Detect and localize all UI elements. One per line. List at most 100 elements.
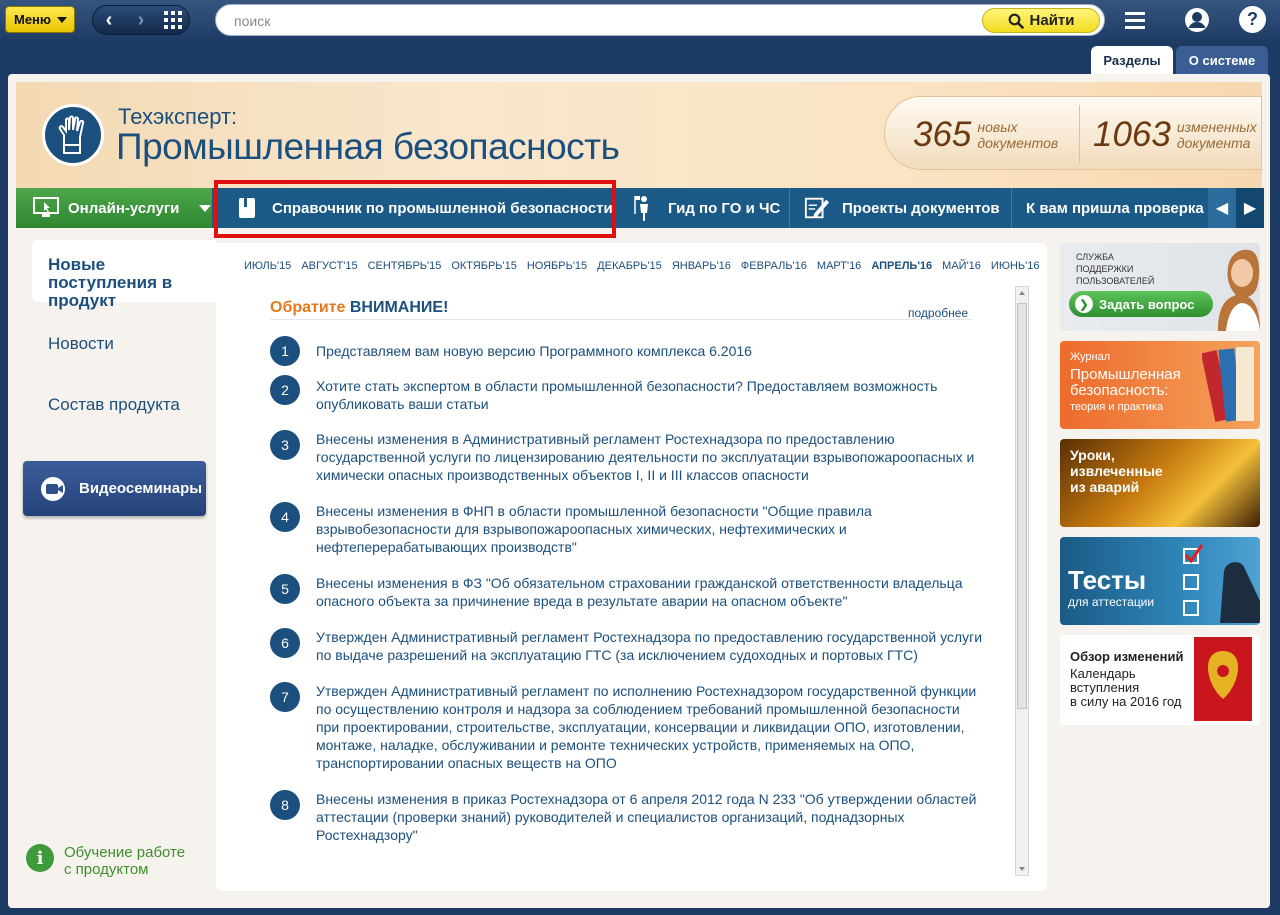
changed-documents-count: 1063 bbox=[1093, 115, 1171, 154]
user-icon[interactable] bbox=[1183, 6, 1211, 34]
news-text[interactable]: Утвержден Административный регламент по … bbox=[316, 682, 986, 772]
magnifier-icon bbox=[1008, 13, 1024, 29]
news-number: 4 bbox=[270, 502, 300, 532]
review-title: Обзор изменений bbox=[1070, 649, 1184, 664]
counter-label: новых bbox=[977, 119, 1018, 135]
sidebar-item-new-arrivals[interactable]: Новые поступления в продукт bbox=[32, 240, 216, 310]
month-link[interactable]: ИЮЛЬ'15 bbox=[244, 260, 291, 272]
month-link[interactable]: ОКТЯБРЬ'15 bbox=[451, 260, 517, 272]
months-bar: ИЮЛЬ'15 АВГУСТ'15 СЕНТЯБРЬ'15 ОКТЯБРЬ'15… bbox=[244, 260, 1039, 272]
news-text[interactable]: Утвержден Административный регламент Рос… bbox=[316, 628, 986, 664]
journal-banner[interactable]: Журнал Промышленная безопасность: теория … bbox=[1060, 341, 1260, 429]
month-link[interactable]: ИЮНЬ'16 bbox=[991, 260, 1040, 272]
product-header: Техэксперт: Промышленная безопасность 36… bbox=[16, 82, 1262, 188]
top-toolbar: Меню ‹ › Найти ? bbox=[0, 0, 1280, 40]
new-documents-counter[interactable]: 365 новых документов bbox=[913, 115, 1058, 155]
monitor-cursor-icon bbox=[33, 197, 59, 217]
month-link-current[interactable]: АПРЕЛЬ'16 bbox=[871, 260, 932, 272]
scroll-down-icon[interactable] bbox=[1019, 867, 1025, 871]
hamburger-icon[interactable] bbox=[1121, 6, 1149, 34]
scroll-up-icon[interactable] bbox=[1019, 291, 1025, 295]
tests-banner[interactable]: Тесты для аттестации bbox=[1060, 537, 1260, 625]
counter-divider bbox=[1079, 105, 1080, 163]
lessons-line: Уроки, bbox=[1070, 447, 1115, 463]
section-navbar: Онлайн-услуги Справочник по промышленной… bbox=[16, 188, 1264, 228]
month-link[interactable]: ФЕВРАЛЬ'16 bbox=[741, 260, 807, 272]
video-camera-icon bbox=[41, 476, 65, 501]
support-line: СЛУЖБА bbox=[1076, 252, 1114, 262]
info-icon: i bbox=[26, 844, 54, 872]
support-line: ПОДДЕРЖКИ bbox=[1076, 264, 1134, 274]
ask-question-label: Задать вопрос bbox=[1099, 296, 1195, 312]
news-text[interactable]: Внесены изменения в ФНП в области промыш… bbox=[316, 502, 986, 556]
review-line: в силу на 2016 год bbox=[1070, 694, 1182, 709]
month-link[interactable]: ЯНВАРЬ'16 bbox=[672, 260, 731, 272]
attention-heading: Обратите ВНИМАНИЕ! bbox=[270, 299, 448, 317]
find-button[interactable]: Найти bbox=[982, 8, 1100, 33]
ask-question-button[interactable]: ❯ Задать вопрос bbox=[1069, 291, 1213, 317]
person-flag-icon bbox=[630, 195, 656, 221]
video-seminars-button[interactable]: Видеосеминары bbox=[23, 461, 206, 516]
scroll-thumb[interactable] bbox=[1017, 303, 1027, 709]
nav-item-label: К вам пришла проверка bbox=[1026, 199, 1204, 217]
lessons-line: из аварий bbox=[1070, 479, 1140, 495]
main-panel: ИЮЛЬ'15 АВГУСТ'15 СЕНТЯБРЬ'15 ОКТЯБРЬ'15… bbox=[216, 243, 1047, 891]
lessons-banner[interactable]: Уроки, извлеченные из аварий bbox=[1060, 439, 1260, 527]
nav-item-label: Гид по ГО и ЧС bbox=[668, 199, 781, 217]
tab-sections[interactable]: Разделы bbox=[1091, 46, 1173, 74]
find-button-label: Найти bbox=[1029, 12, 1075, 29]
news-text[interactable]: Внесены изменения в приказ Ростехнадзора… bbox=[316, 790, 986, 844]
month-link[interactable]: СЕНТЯБРЬ'15 bbox=[368, 260, 442, 272]
left-sidebar: Новые поступления в продукт Новости Сост… bbox=[16, 240, 216, 900]
month-link[interactable]: ДЕКАБРЬ'15 bbox=[597, 260, 662, 272]
news-text[interactable]: Внесены изменения в Административный рег… bbox=[316, 430, 986, 484]
journal-title: безопасность: bbox=[1070, 382, 1169, 399]
grid-icon[interactable] bbox=[157, 6, 189, 34]
changed-documents-counter[interactable]: 1063 измененных документа bbox=[1093, 115, 1257, 155]
edit-document-icon bbox=[804, 195, 830, 221]
news-text[interactable]: Хотите стать экспертом в области промышл… bbox=[316, 377, 986, 413]
counter-label: документов bbox=[977, 135, 1059, 151]
vertical-scrollbar[interactable] bbox=[1015, 286, 1029, 876]
month-link[interactable]: НОЯБРЬ'15 bbox=[527, 260, 587, 272]
month-link[interactable]: МАЙ'16 bbox=[942, 260, 981, 272]
nav-button-group: ‹ › bbox=[92, 5, 190, 35]
sidebar-item-news[interactable]: Новости bbox=[48, 334, 114, 354]
news-text[interactable]: Представляем вам новую версию Программно… bbox=[316, 342, 986, 360]
nav-item-draft-documents[interactable]: Проекты документов bbox=[790, 188, 1012, 228]
glove-logo-icon bbox=[42, 104, 104, 166]
forward-arrow-icon[interactable]: › bbox=[125, 6, 157, 34]
search-bar: Найти bbox=[215, 4, 1105, 36]
month-link[interactable]: МАРТ'16 bbox=[817, 260, 861, 272]
journal-label: Журнал bbox=[1070, 351, 1111, 363]
review-banner[interactable]: Обзор изменений Календарь вступления в сил… bbox=[1060, 635, 1260, 725]
news-number: 7 bbox=[270, 682, 300, 712]
month-link[interactable]: АВГУСТ'15 bbox=[301, 260, 357, 272]
learn-product-label: Обучение работе с продуктом bbox=[64, 844, 186, 878]
attention-blue-text: ВНИМАНИЕ! bbox=[349, 299, 449, 316]
attention-orange-text: Обратите bbox=[270, 299, 346, 316]
divider bbox=[270, 319, 972, 320]
online-services-button[interactable]: Онлайн-услуги bbox=[16, 188, 212, 228]
nav-item-inspection[interactable]: К вам пришла проверка bbox=[1012, 188, 1206, 228]
nav-scroll-right-icon[interactable]: ▶ bbox=[1236, 188, 1264, 228]
news-text[interactable]: Внесены изменения в ФЗ "Об обязательном … bbox=[316, 574, 986, 610]
sidebar-item-product-contents[interactable]: Состав продукта bbox=[48, 395, 180, 415]
brand-title: Промышленная безопасность bbox=[116, 126, 620, 167]
review-line: Календарь bbox=[1070, 666, 1136, 681]
back-arrow-icon[interactable]: ‹ bbox=[93, 6, 125, 34]
news-number: 6 bbox=[270, 628, 300, 658]
more-link[interactable]: подробнее bbox=[908, 306, 968, 320]
help-icon[interactable]: ? bbox=[1239, 6, 1266, 33]
nav-item-civil-defense-guide[interactable]: Гид по ГО и ЧС bbox=[616, 188, 790, 228]
review-line: вступления bbox=[1070, 680, 1140, 695]
journal-subtitle: теория и практика bbox=[1070, 401, 1164, 413]
tab-about-system[interactable]: О системе bbox=[1176, 46, 1268, 74]
learn-product-link[interactable]: i Обучение работе с продуктом bbox=[26, 844, 194, 878]
menu-button[interactable]: Меню bbox=[5, 6, 75, 33]
search-input[interactable] bbox=[234, 11, 974, 31]
support-banner[interactable]: СЛУЖБА ПОДДЕРЖКИ ПОЛЬЗОВАТЕЛЕЙ ❯ Задать во… bbox=[1060, 243, 1260, 331]
news-number: 1 bbox=[270, 336, 300, 366]
document-counters: 365 новых документов 1063 измененных докум… bbox=[884, 96, 1262, 170]
nav-scroll-left-icon[interactable]: ◀ bbox=[1208, 188, 1236, 228]
